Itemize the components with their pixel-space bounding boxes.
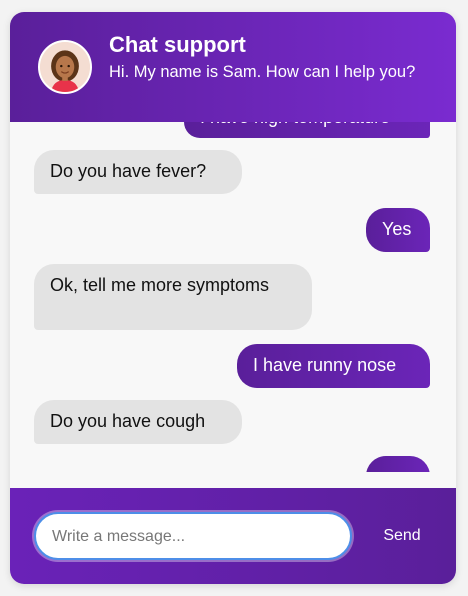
woman-avatar-icon xyxy=(40,42,90,92)
composer-bar: Send xyxy=(10,488,456,584)
message-user: I have runny nose xyxy=(237,344,430,388)
message-agent: Do you have cough xyxy=(34,400,242,444)
message-input-wrapper xyxy=(34,512,352,560)
send-button[interactable]: Send xyxy=(370,522,434,550)
message-user: Yes xyxy=(366,208,430,252)
message-user xyxy=(366,456,430,472)
message-agent: Do you have fever? xyxy=(34,150,242,194)
chat-title: Chat support xyxy=(109,32,246,57)
message-agent: Ok, tell me more symptoms xyxy=(34,264,312,330)
message-user: I have high temperature xyxy=(184,122,430,138)
message-list[interactable]: I have high temperature Do you have feve… xyxy=(10,122,456,472)
chat-subtitle: Hi. My name is Sam. How can I help you? xyxy=(109,63,416,81)
chat-widget: Chat support Hi. My name is Sam. How can… xyxy=(10,12,456,584)
message-input[interactable] xyxy=(50,514,344,560)
chat-header: Chat support Hi. My name is Sam. How can… xyxy=(10,12,456,122)
agent-avatar xyxy=(38,40,92,94)
